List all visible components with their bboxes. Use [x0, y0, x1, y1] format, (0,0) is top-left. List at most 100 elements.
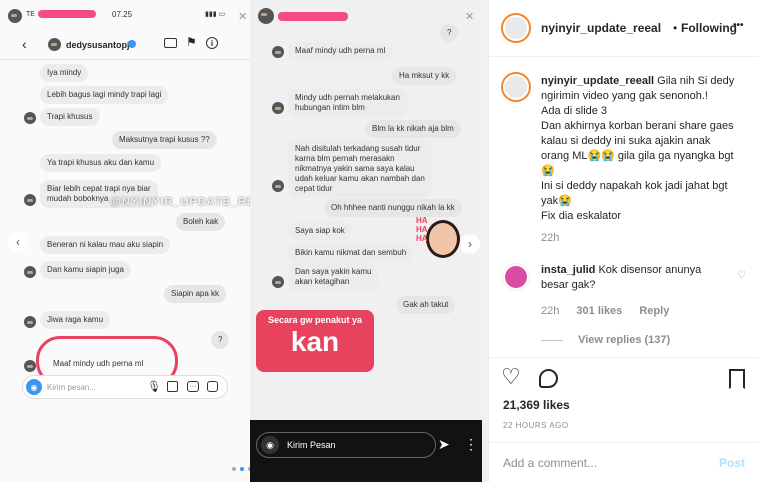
- sender-avatar: [272, 46, 284, 58]
- comment-reply-button[interactable]: Reply: [639, 305, 669, 317]
- comment-likes[interactable]: 301 likes: [576, 305, 622, 317]
- redaction-top-right: [278, 12, 348, 21]
- caption-line: Ada di slide 3: [541, 105, 608, 117]
- composer-input[interactable]: Kirim pesan...: [47, 383, 96, 392]
- message-bubble: ?: [211, 331, 230, 349]
- status-left-text: TE: [26, 11, 35, 18]
- close-story-icon[interactable]: ✕: [465, 10, 474, 23]
- video-call-icon[interactable]: [164, 38, 177, 48]
- camera-icon[interactable]: ◉: [26, 379, 42, 395]
- view-replies-row[interactable]: View replies (137): [541, 334, 670, 346]
- comment-box-divider: [489, 442, 759, 443]
- sender-avatar: [24, 266, 36, 278]
- message-bubble: Blm la kk nikah aja blm: [365, 120, 461, 138]
- following-button[interactable]: Following: [681, 21, 737, 35]
- message-bubble: Dan saya yakin kamu akan ketagihan: [288, 263, 379, 291]
- slide-dot-active: [240, 467, 244, 471]
- laughing-sticker: HA HA HA: [416, 212, 466, 260]
- info-icon[interactable]: i: [206, 37, 218, 49]
- caption-line: Fix dia eskalator: [541, 210, 622, 222]
- camera-icon[interactable]: ◉: [261, 436, 279, 454]
- caption-line: 😭: [541, 165, 555, 177]
- caption-line: kalau si deddy ini suka ajakin anak: [541, 135, 711, 147]
- comment-text: Kok disensor anunya: [598, 264, 702, 276]
- message-bubble: Gak ah takut: [396, 296, 456, 314]
- sticker-text: HA HA HA: [416, 216, 428, 243]
- message-bubble: Ya trapi khusus aku dan kamu: [40, 154, 162, 172]
- add-comment-input[interactable]: Add a comment...: [503, 456, 597, 470]
- sender-avatar: [272, 276, 284, 288]
- flag-icon[interactable]: ⚑: [186, 35, 197, 49]
- sender-avatar: [24, 112, 36, 124]
- caption-big-text: kan: [290, 326, 340, 357]
- message-bubble: Beneran ni kalau mau aku siapin: [40, 236, 171, 254]
- verified-icon: [128, 40, 136, 48]
- message-bubble: Trapi khusus: [40, 108, 100, 126]
- caption-line: Ini si deddy napakah kok jadi jahat bgt: [541, 180, 728, 192]
- commenter-avatar[interactable]: [503, 264, 529, 290]
- microphone-icon[interactable]: 🎙: [147, 380, 161, 393]
- actions-divider: [489, 357, 759, 358]
- battery-icon: ▮▮▮ ▭: [205, 11, 226, 18]
- sender-avatar: [24, 194, 36, 206]
- redaction-top-left: [38, 10, 96, 18]
- status-avatar: [8, 9, 22, 23]
- caption-line: orang ML😭😭 gila gila ga nyangka bgt: [541, 150, 734, 162]
- sender-avatar: [272, 180, 284, 192]
- sender-avatar: [272, 102, 284, 114]
- post-comment-button[interactable]: Post: [719, 456, 745, 470]
- post-author-avatar[interactable]: [501, 13, 531, 43]
- like-heart-icon[interactable]: ♡: [501, 364, 521, 390]
- view-replies-button[interactable]: View replies (137): [578, 334, 670, 346]
- send-icon[interactable]: ➤: [438, 436, 450, 453]
- message-bubble: Ha mksut y kk: [392, 67, 457, 85]
- story-content: ✕ ? Maaf mindy udh perna ml Ha mksut y k…: [250, 0, 482, 420]
- reply-input[interactable]: Kirim Pesan: [287, 440, 336, 450]
- dm-avatar: [48, 38, 61, 51]
- post-author-username[interactable]: nyinyir_update_reeal: [541, 21, 661, 35]
- gallery-icon[interactable]: [167, 381, 178, 392]
- comment-bubble-icon[interactable]: [539, 369, 558, 388]
- more-options-icon[interactable]: •••: [733, 20, 744, 31]
- dm-header: ‹ dedysusantopj ⚑ i: [0, 30, 250, 60]
- story-caption-box: Secara gw penakut ya kan: [256, 310, 374, 372]
- commenter-username[interactable]: insta_julid: [541, 264, 595, 276]
- caption-line: yak😭: [541, 195, 572, 207]
- more-options-icon[interactable]: ···: [187, 381, 199, 392]
- message-bubble: Bikin kamu nikmat dan sembuh: [288, 244, 414, 262]
- post-header: nyinyir_update_reeal • Following •••: [489, 0, 759, 56]
- slide-dot: [232, 467, 236, 471]
- close-story-icon[interactable]: ✕: [238, 10, 247, 23]
- more-vertical-icon[interactable]: ⋮: [464, 436, 478, 453]
- header-divider: [489, 56, 759, 57]
- message-bubble: Dan kamu siapin juga: [40, 261, 131, 279]
- right-story-screenshot: ✕ ? Maaf mindy udh perna ml Ha mksut y k…: [250, 0, 482, 482]
- sticker-icon[interactable]: [207, 381, 218, 392]
- caption-username[interactable]: nyinyir_update_reeall: [541, 75, 654, 87]
- caption-avatar[interactable]: [501, 72, 531, 102]
- message-bubble: Maaf mindy udh perna ml: [288, 42, 393, 60]
- next-slide-button[interactable]: ›: [460, 234, 480, 254]
- post-timestamp: 22 HOURS AGO: [503, 421, 569, 430]
- prev-slide-button[interactable]: ‹: [8, 232, 28, 252]
- message-bubble: Saya siap kok: [288, 222, 352, 240]
- separator-dot: •: [673, 21, 678, 35]
- message-bubble: Jiwa raga kamu: [40, 311, 111, 329]
- message-bubble: Siapin apa kk: [164, 285, 227, 303]
- caption-line: Gila nih Si dedy: [657, 75, 735, 87]
- comment-like-heart-icon[interactable]: ♡: [737, 270, 746, 281]
- caption-small-text: Secara gw penakut ya: [267, 315, 363, 325]
- dm-composer: ◉ Kirim pesan... 🎙 ···: [22, 375, 228, 399]
- message-bubble: ?: [440, 24, 459, 42]
- back-arrow-icon[interactable]: ‹: [22, 36, 27, 52]
- caption-timestamp: 22h: [541, 232, 560, 244]
- bookmark-icon[interactable]: [729, 369, 745, 389]
- comment-meta: 22h 301 likes Reply: [541, 305, 669, 317]
- caption-block: nyinyir_update_reeall Gila nih Si dedy n…: [541, 74, 753, 224]
- sender-avatar: [24, 316, 36, 328]
- likes-count[interactable]: 21,369 likes: [503, 398, 570, 412]
- status-bar: TE 07.25 ▮▮▮ ▭ ✕: [0, 0, 250, 30]
- post-sidebar: nyinyir_update_reeal • Following ••• nyi…: [488, 0, 759, 482]
- watermark-text: @NYINYIR_UPDATE_REEALL: [110, 196, 250, 208]
- message-bubble: Maaf mindy udh perna ml: [53, 359, 144, 368]
